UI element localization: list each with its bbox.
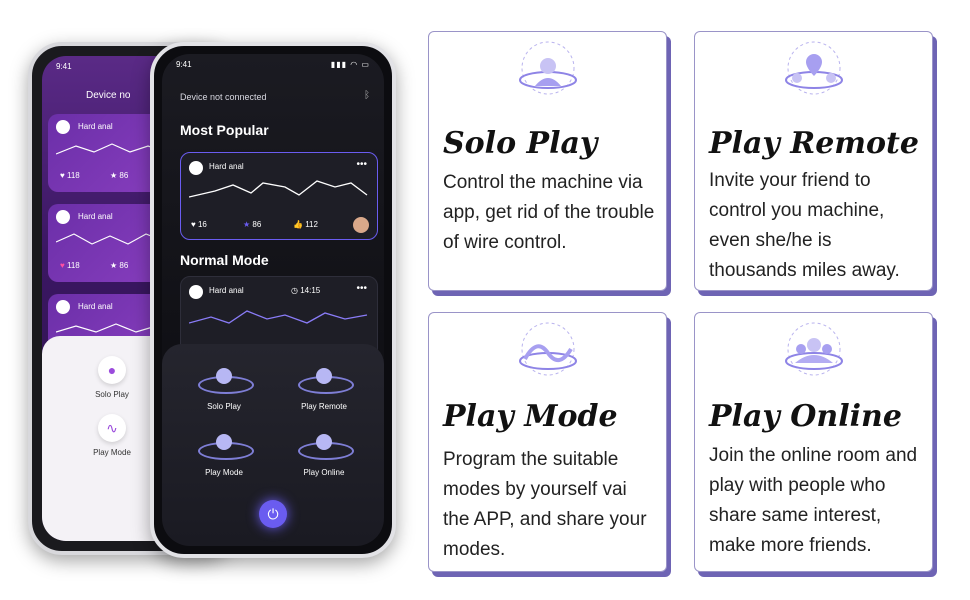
avatar (56, 120, 70, 134)
mode-play-mode[interactable]: Play Mode (182, 432, 266, 477)
more-icon[interactable]: ••• (356, 283, 367, 294)
person-icon: ● (98, 356, 126, 384)
play-remote-icon (785, 41, 843, 95)
feature-play-online: Play Online Join the online room and pla… (694, 312, 933, 572)
feature-play-mode: Play Mode Program the suitable modes by … (428, 312, 667, 572)
solo-play-icon (198, 366, 254, 396)
feature-title: Play Mode (443, 399, 618, 434)
likes-count: 16 (197, 220, 207, 229)
play-online-icon (298, 432, 354, 462)
signal-wifi-battery-icon: ▮▮▮ ◠ ▭ (330, 60, 370, 69)
feature-description: Invite your friend to control you machin… (709, 170, 900, 281)
play-online-icon (785, 322, 843, 376)
feature-title: Play Online (709, 399, 902, 434)
popular-card[interactable]: Hard anal ••• ♥ 16 ★ 86 👍 112 (180, 152, 378, 240)
user-avatar[interactable] (353, 217, 369, 233)
thumbs-count: 112 (305, 220, 318, 229)
back-solo-play-button[interactable]: ● Solo Play (80, 356, 144, 399)
back-card-name: Hard anal (78, 122, 113, 131)
mode-solo-play[interactable]: Solo Play (182, 366, 266, 411)
normal-mode-title: Normal Mode (180, 252, 269, 268)
back-card-name: Hard anal (78, 302, 113, 311)
mode-label: Play Remote (301, 402, 347, 411)
stars-count: 86 (119, 261, 129, 270)
stars-count: 86 (119, 171, 129, 180)
back-card-likes: ♥ 118 (60, 261, 80, 270)
card-name: Hard anal (209, 162, 244, 171)
waveform (189, 180, 368, 198)
back-card-stars: ★ 86 (110, 171, 129, 180)
mode-label: Solo Play (207, 402, 241, 411)
mode-play-remote[interactable]: Play Remote (282, 366, 366, 411)
back-button-label: Play Mode (93, 448, 131, 457)
back-button-label: Solo Play (95, 390, 129, 399)
feature-description: Program the suitable modes by yourself v… (443, 449, 647, 560)
back-play-mode-button[interactable]: ∿ Play Mode (80, 414, 144, 457)
waveform (189, 310, 368, 324)
card-stars: ★ 86 (243, 220, 262, 229)
power-button[interactable]: ⏻ (259, 500, 287, 528)
wave-icon: ∿ (98, 414, 126, 442)
mode-bottom-sheet: Solo Play Play Remote Play Mode Play Onl… (162, 344, 384, 546)
play-remote-icon (298, 366, 354, 396)
play-mode-icon (519, 322, 577, 376)
mode-play-online[interactable]: Play Online (282, 432, 366, 477)
likes-count: 118 (66, 171, 80, 180)
avatar (56, 300, 70, 314)
card-thumbs: 👍 112 (293, 220, 318, 229)
back-header: Device no (86, 90, 131, 101)
feature-description: Join the online room and play with peopl… (709, 445, 918, 556)
back-card-stars: ★ 86 (110, 261, 129, 270)
card-time: ◷ 14:15 (291, 286, 321, 295)
front-status-time: 9:41 (176, 60, 192, 69)
mode-label: Play Mode (205, 468, 243, 477)
card-name: Hard anal (209, 286, 244, 295)
avatar (189, 285, 203, 299)
back-card-name: Hard anal (78, 212, 113, 221)
play-mode-icon (198, 432, 254, 462)
most-popular-title: Most Popular (180, 122, 269, 138)
avatar (189, 161, 203, 175)
front-phone: 9:41 ▮▮▮ ◠ ▭ Device not connected ᛒ Most… (150, 42, 396, 558)
feature-title: Play Remote (709, 126, 919, 161)
bluetooth-icon[interactable]: ᛒ (364, 90, 370, 101)
avatar (56, 210, 70, 224)
likes-count: 118 (66, 261, 80, 270)
device-status: Device not connected (180, 92, 267, 102)
card-likes: ♥ 16 (191, 220, 207, 229)
feature-solo-play: Solo Play Control the machine via app, g… (428, 31, 667, 291)
stars-count: 86 (252, 220, 262, 229)
time-value: 14:15 (300, 286, 321, 295)
feature-play-remote: Play Remote Invite your friend to contro… (694, 31, 933, 291)
more-icon[interactable]: ••• (356, 159, 367, 170)
feature-title: Solo Play (443, 126, 598, 161)
back-status-time: 9:41 (56, 62, 72, 71)
front-phone-screen: 9:41 ▮▮▮ ◠ ▭ Device not connected ᛒ Most… (162, 54, 384, 546)
solo-play-icon (519, 41, 577, 95)
feature-description: Control the machine via app, get rid of … (443, 172, 655, 253)
mode-label: Play Online (303, 468, 345, 477)
back-card-likes: ♥ 118 (60, 171, 80, 180)
